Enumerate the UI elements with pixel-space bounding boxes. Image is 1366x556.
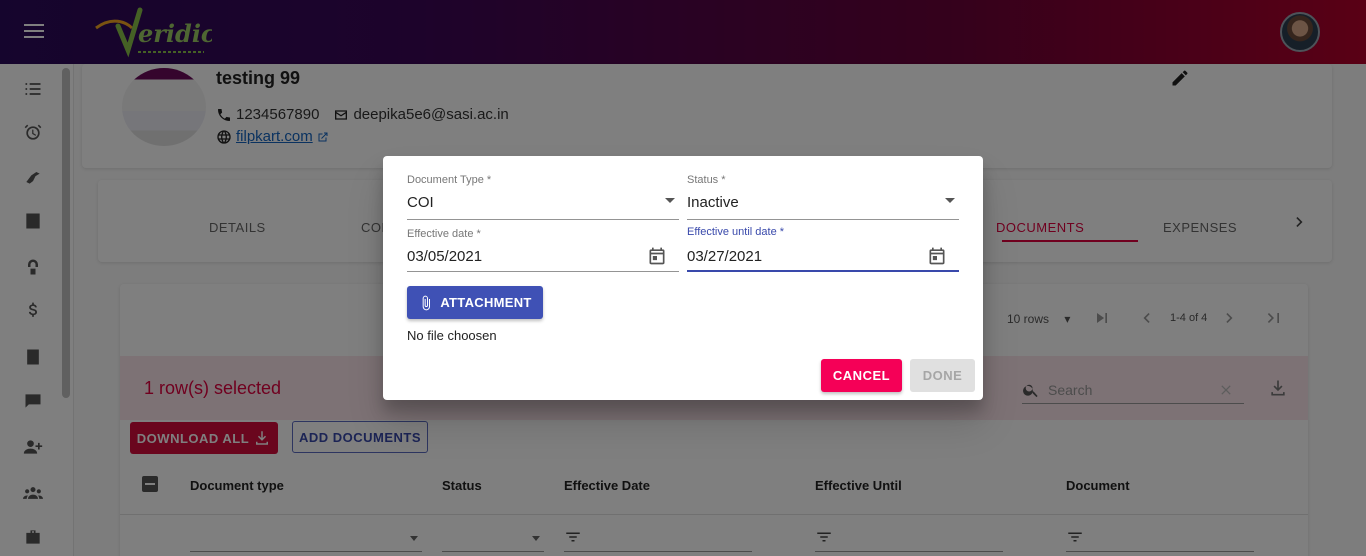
dropdown-arrow-icon (665, 198, 675, 203)
effective-date-value: 03/05/2021 (407, 248, 483, 265)
done-button[interactable]: DONE (910, 359, 975, 392)
document-type-select[interactable]: Document Type * COI (407, 174, 679, 220)
effective-until-label: Effective until date * (687, 226, 785, 238)
effective-until-date-field[interactable]: Effective until date * 03/27/2021 (687, 226, 959, 272)
effective-until-value: 03/27/2021 (687, 248, 763, 265)
calendar-icon[interactable] (927, 246, 947, 266)
calendar-icon[interactable] (647, 246, 667, 266)
cancel-button[interactable]: CANCEL (821, 359, 902, 392)
status-value: Inactive (687, 194, 739, 211)
status-label: Status * (687, 174, 726, 186)
file-status-text: No file choosen (407, 328, 497, 343)
dropdown-arrow-icon (945, 198, 955, 203)
attachment-button[interactable]: ATTACHMENT (407, 286, 543, 319)
document-type-value: COI (407, 194, 434, 211)
paperclip-icon (422, 295, 431, 310)
status-select[interactable]: Status * Inactive (687, 174, 959, 220)
effective-date-field[interactable]: Effective date * 03/05/2021 (407, 228, 679, 272)
document-type-label: Document Type * (407, 174, 492, 186)
effective-date-label: Effective date * (407, 228, 481, 240)
attachment-label: ATTACHMENT (440, 295, 532, 310)
add-document-dialog: Document Type * COI Status * Inactive Ef… (383, 156, 983, 400)
